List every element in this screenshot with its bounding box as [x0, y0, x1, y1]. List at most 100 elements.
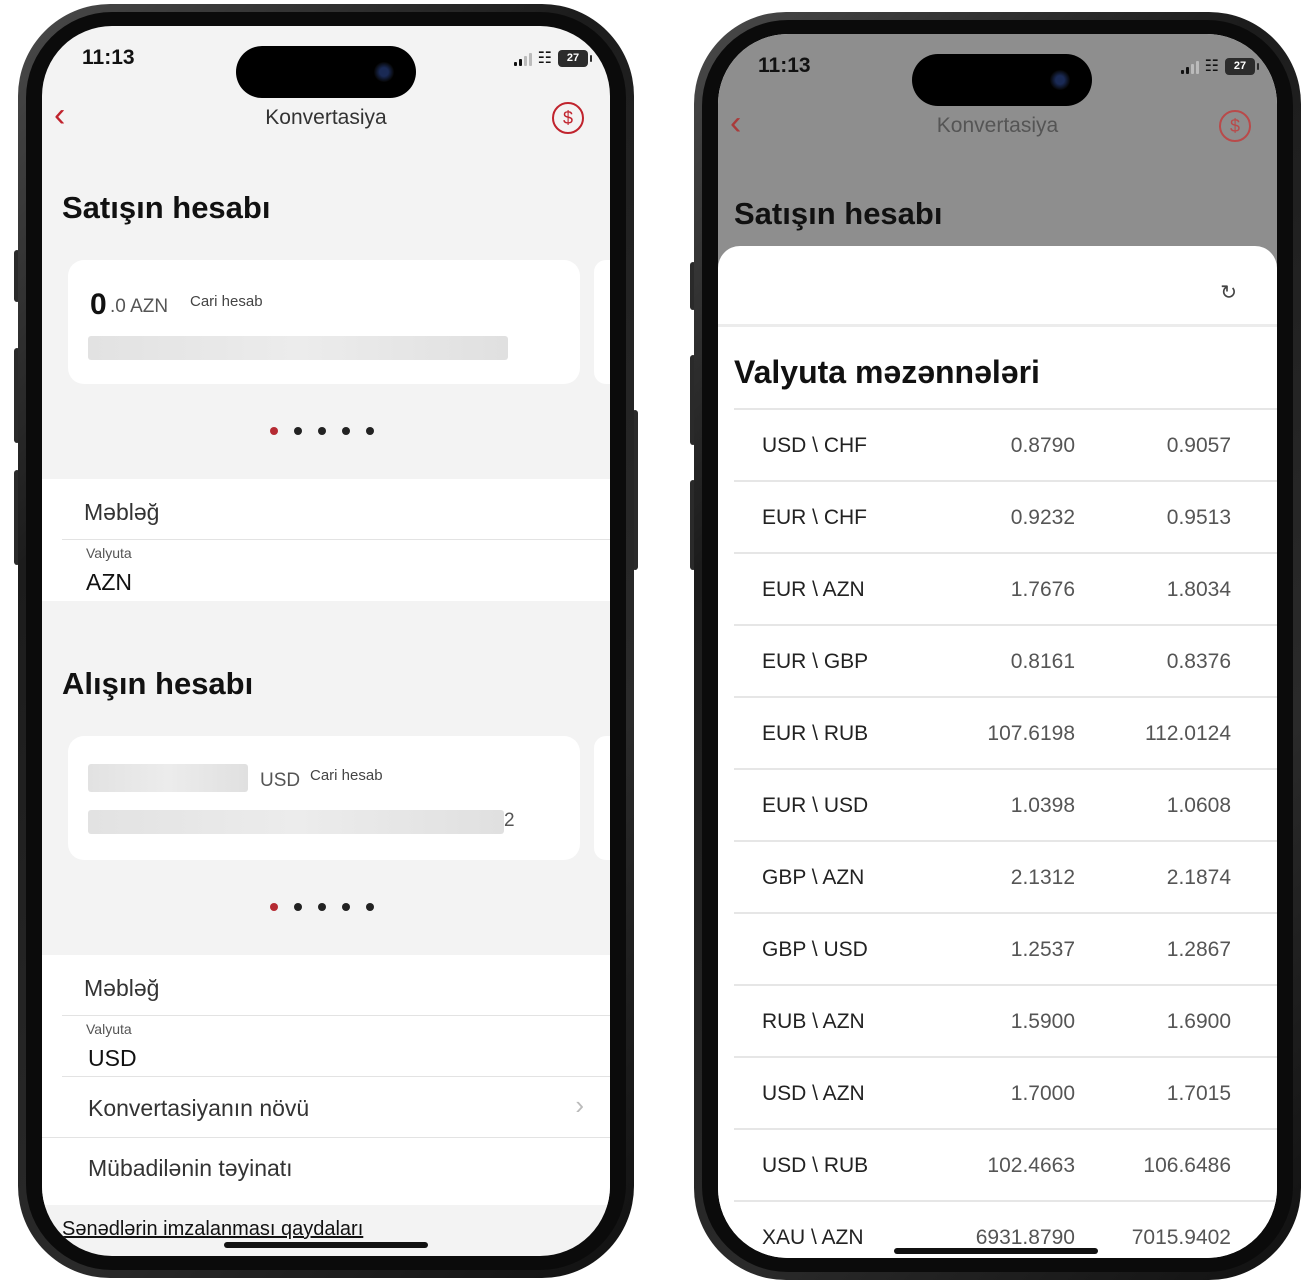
buy-currency-value[interactable]: USD	[88, 1045, 137, 1072]
buy-rate: 1.2537	[1010, 938, 1075, 961]
page-title: Konvertasiya	[265, 106, 387, 129]
battery-icon: 27	[1225, 58, 1259, 75]
status-bar: 11:13 ☷ 27	[718, 34, 1277, 106]
currency-exchange-icon: $	[1219, 110, 1251, 142]
home-indicator[interactable]	[224, 1242, 428, 1248]
camera-icon	[374, 62, 394, 82]
status-bar: 11:13 ☷ 27	[42, 26, 610, 98]
exchange-purpose-field[interactable]: Mübadilənin təyinatı	[88, 1155, 293, 1182]
buy-rate: 6931.8790	[975, 1226, 1075, 1249]
buy-rate: 0.8790	[1010, 434, 1075, 457]
sell-rate: 0.9057	[1166, 434, 1231, 457]
buy-rate: 102.4663	[987, 1154, 1075, 1177]
wifi-icon: ☷	[537, 49, 552, 67]
buy-form-group: Məbləğ Valyuta USD Konvertasiyanın növü …	[42, 955, 610, 1205]
currency-pair: USD \ CHF	[762, 434, 867, 457]
redacted-balance	[88, 764, 248, 792]
sheet-title: Valyuta məzənnələri	[734, 354, 1040, 390]
currency-pair: EUR \ AZN	[762, 578, 865, 601]
buy-card-pager[interactable]	[270, 903, 374, 911]
rate-row: EUR \ AZN 1.7676 1.8034	[734, 552, 1277, 624]
rate-row: RUB \ AZN 1.5900 1.6900	[734, 984, 1277, 1056]
dynamic-island	[236, 46, 416, 98]
buy-rate: 1.7676	[1010, 578, 1075, 601]
currency-pair: EUR \ RUB	[762, 722, 869, 745]
rate-row: GBP \ AZN 2.1312 2.1874	[734, 840, 1277, 912]
dimmed-background[interactable]: 11:13 ☷ 27 ‹ Konvertasiya $ Satışın hesa…	[718, 34, 1277, 274]
nav-bar: ‹ Konvertasiya $	[718, 104, 1277, 154]
dynamic-island	[912, 54, 1092, 106]
currency-pair: EUR \ GBP	[762, 650, 869, 673]
signal-icon	[513, 52, 532, 66]
signal-icon	[1180, 60, 1199, 74]
buy-rate: 1.0398	[1010, 794, 1075, 817]
buy-rate: 1.7000	[1010, 1082, 1075, 1105]
status-time: 11:13	[82, 46, 135, 69]
rate-row: GBP \ USD 1.2537 1.2867	[734, 912, 1277, 984]
conversion-type-field[interactable]: Konvertasiyanın növü	[88, 1095, 309, 1122]
buy-account-currency: USD	[260, 770, 301, 791]
buy-rate: 107.6198	[987, 722, 1075, 745]
page-title: Konvertasiya	[936, 114, 1059, 137]
currency-pair: EUR \ USD	[762, 794, 869, 817]
next-card-peek[interactable]	[594, 260, 610, 384]
sell-rate: 1.8034	[1166, 578, 1231, 601]
rate-row: USD \ CHF 0.8790 0.9057	[734, 408, 1277, 480]
redacted-account-number	[88, 810, 504, 834]
buy-rate: 2.1312	[1010, 866, 1075, 889]
sell-rate: 1.6900	[1166, 1010, 1231, 1033]
sell-rate: 1.7015	[1166, 1082, 1231, 1105]
currency-exchange-icon[interactable]: $	[552, 102, 584, 134]
home-indicator[interactable]	[894, 1248, 1098, 1254]
buy-rate: 1.5900	[1010, 1010, 1075, 1033]
buy-amount-label[interactable]: Məbləğ	[84, 975, 159, 1002]
battery-icon: 27	[558, 50, 592, 67]
left-phone-frame: 11:13 ☷ 27 ‹ Konvertasiya $ Satışın hesa…	[18, 4, 634, 1278]
sell-rate: 112.0124	[1144, 722, 1231, 745]
sell-rate: 1.2867	[1166, 938, 1231, 961]
wifi-icon: ☷	[1204, 57, 1219, 75]
currency-pair: XAU \ AZN	[762, 1226, 864, 1249]
sell-account-card[interactable]: 0 .0 AZN Cari hesab	[68, 260, 580, 384]
exchange-rates-sheet: ↻ Valyuta məzənnələri USD \ CHF 0.8790 0.9…	[718, 246, 1277, 1258]
sell-rate: 7015.9402	[1131, 1226, 1231, 1249]
currency-pair: USD \ AZN	[762, 1082, 865, 1105]
sell-rate: 0.9513	[1166, 506, 1231, 529]
sell-rate: 106.6486	[1143, 1154, 1231, 1177]
sell-amount-group: Məbləğ Valyuta AZN	[42, 479, 610, 601]
rate-row: EUR \ RUB 107.6198 112.0124	[734, 696, 1277, 768]
buy-section-title: Alışın hesabı	[62, 666, 254, 701]
sell-section-title: Satışın hesabı	[62, 190, 271, 225]
buy-account-type: Cari hesab	[310, 767, 383, 784]
account-number-tail: 2	[504, 810, 515, 831]
currency-pair: USD \ RUB	[762, 1154, 869, 1177]
currency-pair: RUB \ AZN	[762, 1010, 865, 1033]
buy-account-card[interactable]: USD Cari hesab 2	[68, 736, 580, 860]
sell-rate: 2.1874	[1166, 866, 1231, 889]
buy-currency-label: Valyuta	[86, 1021, 132, 1037]
sell-card-pager[interactable]	[270, 427, 374, 435]
chevron-right-icon[interactable]: ›	[575, 1090, 584, 1121]
redacted-account-number	[88, 336, 508, 360]
rate-row: EUR \ CHF 0.9232 0.9513	[734, 480, 1277, 552]
signing-rules-link[interactable]: Sənədlərin imzalanması qaydaları	[62, 1218, 363, 1241]
buy-rate: 0.8161	[1010, 650, 1075, 673]
sell-amount-fraction: .0 AZN	[110, 296, 169, 317]
sell-section-title: Satışın hesabı	[734, 196, 943, 231]
right-screen: 11:13 ☷ 27 ‹ Konvertasiya $ Satışın hesa…	[718, 34, 1277, 1258]
rate-row: EUR \ USD 1.0398 1.0608	[734, 768, 1277, 840]
sell-amount-label[interactable]: Məbləğ	[84, 499, 159, 526]
refresh-icon[interactable]: ↻	[1220, 280, 1237, 305]
left-screen: 11:13 ☷ 27 ‹ Konvertasiya $ Satışın hesa…	[42, 26, 610, 1256]
sell-account-type: Cari hesab	[190, 293, 263, 310]
currency-pair: GBP \ AZN	[762, 866, 865, 889]
rate-row: USD \ RUB 102.4663 106.6486	[734, 1128, 1277, 1200]
currency-pair: GBP \ USD	[762, 938, 868, 961]
currency-pair: EUR \ CHF	[762, 506, 867, 529]
next-card-peek[interactable]	[594, 736, 610, 860]
rate-row: USD \ AZN 1.7000 1.7015	[734, 1056, 1277, 1128]
sell-currency-value[interactable]: AZN	[86, 569, 132, 596]
status-time: 11:13	[758, 54, 811, 77]
camera-icon	[1050, 70, 1070, 90]
rate-row: EUR \ GBP 0.8161 0.8376	[734, 624, 1277, 696]
